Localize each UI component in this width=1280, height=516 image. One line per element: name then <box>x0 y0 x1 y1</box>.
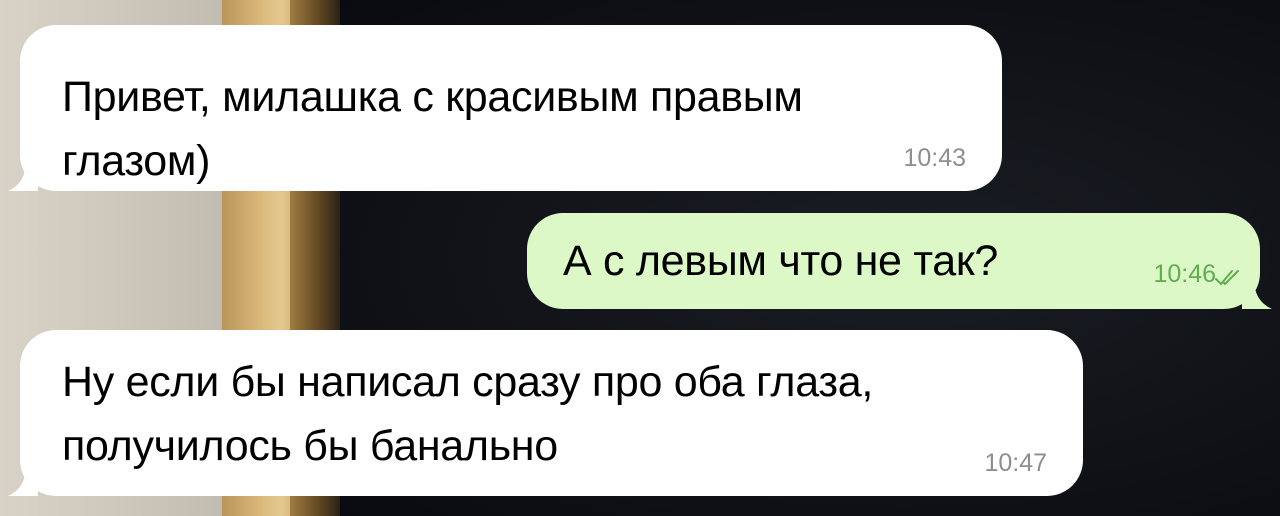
message-text: А с левым что не так? <box>563 229 998 293</box>
bubble-tail-icon <box>8 161 38 191</box>
message-timestamp: 10:46 <box>1153 260 1216 288</box>
message-line: А с левым что не так? <box>563 237 998 285</box>
message-line: получилось бы банально <box>62 422 558 470</box>
message-text: Ну если бы написал сразу про оба глаза, … <box>62 350 873 478</box>
bubble-tail-icon <box>8 466 38 496</box>
message-timestamp: 10:47 <box>984 449 1047 477</box>
message-text: Привет, милашка с красивым правым глазом… <box>62 65 803 193</box>
message-line: Привет, милашка с красивым правым <box>62 73 803 121</box>
incoming-message-bubble[interactable]: Ну если бы написал сразу про оба глаза, … <box>8 330 1083 496</box>
double-check-icon <box>1215 270 1239 286</box>
message-line: Ну если бы написал сразу про оба глаза, <box>62 358 874 406</box>
message-line: глазом) <box>62 137 211 185</box>
bubble-tail-icon <box>1242 279 1272 309</box>
outgoing-message-bubble[interactable]: А с левым что не так? 10:46 <box>527 213 1272 309</box>
message-timestamp: 10:43 <box>903 144 966 172</box>
incoming-message-bubble[interactable]: Привет, милашка с красивым правым глазом… <box>8 25 1002 193</box>
